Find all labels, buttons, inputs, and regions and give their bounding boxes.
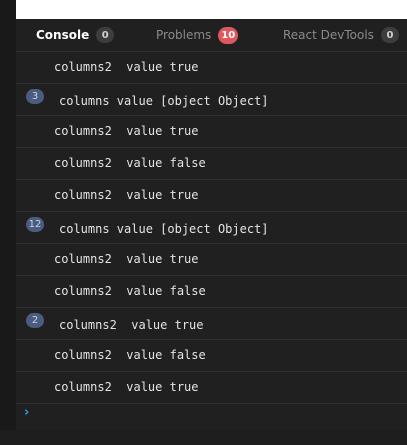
problems-count-badge: 10 (218, 26, 239, 44)
log-message: columns2 value true (54, 252, 199, 266)
repeat-count-badge: 3 (26, 89, 44, 104)
console-panel: Console 0 Problems 10 React DevTools 0 c… (16, 19, 407, 430)
log-message: columns value [object Object] (59, 222, 269, 236)
log-message: columns2 value true (54, 124, 199, 138)
tab-console[interactable]: Console 0 (36, 19, 115, 51)
log-message: columns2 value true (54, 188, 199, 202)
log-entry[interactable]: columns2 value false (16, 340, 407, 372)
log-entry[interactable]: 12 columns value [object Object] (16, 212, 407, 244)
react-devtools-count-badge: 0 (380, 27, 399, 43)
console-count-badge: 0 (96, 27, 115, 43)
log-message: columns2 value true (54, 60, 199, 74)
log-entry[interactable]: 3 columns value [object Object] (16, 84, 407, 116)
repeat-count-badge: 2 (26, 313, 44, 328)
log-entry[interactable]: columns2 value true (16, 52, 407, 84)
log-entry[interactable]: columns2 value false (16, 148, 407, 180)
log-entry[interactable]: columns2 value false (16, 276, 407, 308)
log-entry[interactable]: 2 columns2 value true (16, 308, 407, 340)
console-input-prompt-icon[interactable]: › (24, 405, 29, 420)
left-edge (0, 0, 16, 445)
log-message: columns2 value false (54, 156, 206, 170)
tab-bar: Console 0 Problems 10 React DevTools 0 (16, 19, 407, 52)
tab-console-label: Console (36, 28, 90, 42)
log-entry[interactable]: columns2 value true (16, 372, 407, 404)
log-message: columns2 value true (54, 380, 199, 394)
log-entry[interactable]: columns2 value true (16, 244, 407, 276)
console-log-list: columns2 value true 3 columns value [obj… (16, 52, 407, 404)
bottom-edge (0, 430, 407, 445)
log-message: columns2 value false (54, 348, 206, 362)
log-message: columns value [object Object] (59, 94, 269, 108)
tab-react-devtools[interactable]: React DevTools 0 (283, 19, 399, 51)
tab-react-devtools-label: React DevTools (283, 28, 374, 42)
log-entry[interactable]: columns2 value true (16, 180, 407, 212)
log-entry[interactable]: columns2 value true (16, 116, 407, 148)
tab-problems[interactable]: Problems 10 (156, 19, 239, 51)
log-message: columns2 value false (54, 284, 206, 298)
top-content-area (16, 0, 407, 19)
repeat-count-badge: 12 (26, 217, 44, 232)
tab-problems-label: Problems (156, 28, 212, 42)
log-message: columns2 value true (59, 318, 204, 332)
